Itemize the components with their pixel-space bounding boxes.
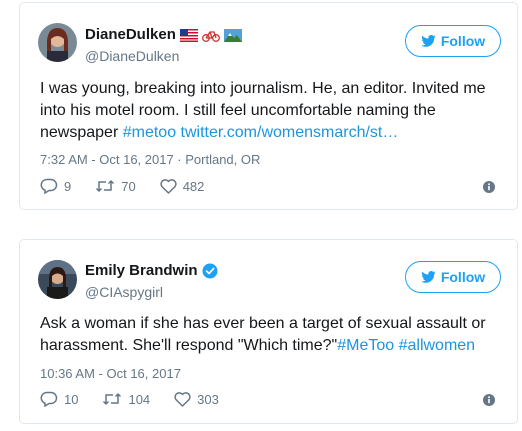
twitter-bird-icon: [421, 35, 436, 47]
follow-label: Follow: [440, 269, 486, 285]
hashtag-link-2[interactable]: #allwomen: [394, 337, 476, 354]
tweet-card: Emily Brandwin @CIAspygirl Follow Ask a …: [19, 239, 518, 424]
retweet-icon: [96, 179, 115, 193]
retweet-count: 104: [128, 391, 151, 407]
retweet-icon: [103, 392, 122, 406]
tweet-actions: 10 104 303: [40, 391, 243, 407]
display-name[interactable]: Emily Brandwin: [85, 262, 218, 280]
display-name-text[interactable]: DianeDulken: [85, 26, 176, 44]
reply-icon: [40, 391, 58, 407]
verified-badge-icon: [202, 263, 218, 279]
reply-count: 9: [64, 178, 72, 194]
timestamp[interactable]: 10:36 AM - Oct 16, 2017: [40, 366, 181, 381]
user-handle[interactable]: @DianeDulken: [85, 47, 242, 65]
us-flag-icon: [179, 28, 198, 42]
reply-button[interactable]: 10: [40, 391, 78, 407]
retweet-button[interactable]: 70: [95, 178, 136, 194]
bicycle-icon: [201, 29, 220, 42]
hashtag-link[interactable]: #metoo: [123, 124, 176, 141]
heart-icon: [174, 391, 191, 407]
like-button[interactable]: 303: [174, 392, 219, 407]
follow-button[interactable]: Follow: [405, 261, 501, 293]
timestamp[interactable]: 7:32 AM - Oct 16, 2017 · Portland, OR: [40, 152, 260, 167]
retweet-count: 70: [121, 178, 136, 194]
tweet-actions: 9 70 482: [40, 178, 228, 194]
like-count: 303: [197, 391, 219, 407]
tweet-text: Ask a woman if she has ever been a targe…: [40, 313, 499, 357]
url-link[interactable]: twitter.com/womensmarch/st…: [176, 124, 399, 141]
landscape-icon: [223, 28, 242, 42]
retweet-button[interactable]: 104: [102, 392, 150, 407]
tweet-card: DianeDulken @DianeDulken Follow I was yo…: [19, 2, 518, 210]
info-icon[interactable]: [483, 181, 495, 193]
info-icon[interactable]: [483, 394, 495, 406]
display-name[interactable]: DianeDulken: [85, 26, 242, 44]
user-handle[interactable]: @CIAspygirl: [85, 283, 218, 301]
follow-button[interactable]: Follow: [405, 25, 501, 57]
reply-count: 10: [64, 391, 79, 407]
reply-button[interactable]: 9: [40, 178, 71, 194]
avatar[interactable]: [38, 23, 77, 62]
author-info: Emily Brandwin @CIAspygirl: [85, 262, 218, 301]
twitter-bird-icon: [421, 271, 436, 283]
author-info: DianeDulken @DianeDulken: [85, 26, 242, 65]
reply-icon: [40, 178, 58, 194]
like-button[interactable]: 482: [160, 178, 205, 194]
display-name-text[interactable]: Emily Brandwin: [85, 262, 198, 280]
tweet-text: I was young, breaking into journalism. H…: [40, 78, 499, 144]
like-count: 482: [182, 178, 205, 194]
heart-icon: [160, 178, 177, 194]
avatar[interactable]: [38, 260, 77, 299]
hashtag-link[interactable]: #MeToo: [337, 337, 394, 354]
follow-label: Follow: [440, 33, 486, 49]
